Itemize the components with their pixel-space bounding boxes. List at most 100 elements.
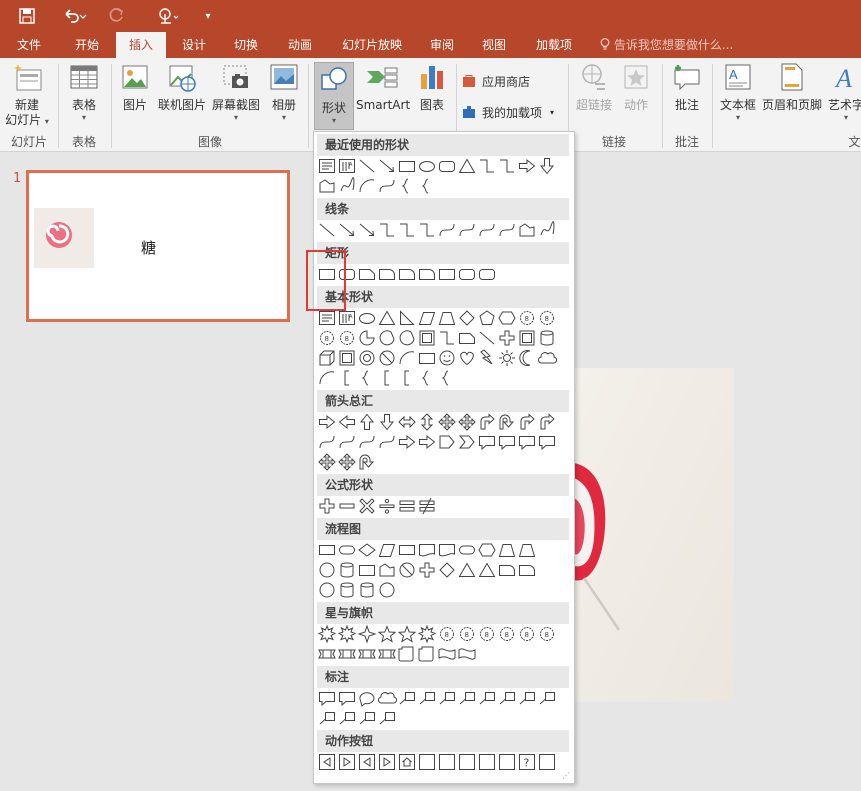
shape-callout-icon[interactable] xyxy=(537,432,557,452)
shape-ribbon-icon[interactable] xyxy=(337,644,357,664)
shape-linecallout-icon[interactable] xyxy=(357,708,377,728)
shape-rect-icon[interactable] xyxy=(417,348,437,368)
undo-icon[interactable] xyxy=(58,5,92,27)
shapes-button[interactable]: 形状 ▾ xyxy=(314,62,354,130)
tab-insert[interactable]: 插入 xyxy=(116,32,166,58)
shape-curve-icon[interactable] xyxy=(497,220,517,240)
shape-seal-icon[interactable]: 8 xyxy=(477,624,497,644)
shape-hex-icon[interactable] xyxy=(477,540,497,560)
shape-decision-icon[interactable] xyxy=(357,540,377,560)
shape-actblank-icon[interactable] xyxy=(537,752,557,772)
shape-bentarrow-icon[interactable] xyxy=(537,412,557,432)
shape-donut-icon[interactable] xyxy=(357,348,377,368)
shape-doc-icon[interactable] xyxy=(437,540,457,560)
tab-file[interactable]: 文件 xyxy=(6,32,52,58)
shape-cyl-icon[interactable] xyxy=(337,580,357,600)
shape-snip-icon[interactable] xyxy=(457,328,477,348)
shape-ribbon-icon[interactable] xyxy=(377,644,397,664)
shape-sun-icon[interactable] xyxy=(497,348,517,368)
shape-freeform-icon[interactable] xyxy=(517,220,537,240)
shape-callout-icon[interactable] xyxy=(517,432,537,452)
shape-rect-icon[interactable] xyxy=(357,560,377,580)
shape-uturn-icon[interactable] xyxy=(357,452,377,472)
shape-curve-icon[interactable] xyxy=(357,432,377,452)
shape-rarrow-icon[interactable] xyxy=(397,432,417,452)
shape-arrowline-icon[interactable] xyxy=(357,220,377,240)
shape-curve-icon[interactable] xyxy=(477,220,497,240)
shape-equal-icon[interactable] xyxy=(397,496,417,516)
shape-circle-icon[interactable] xyxy=(317,580,337,600)
album-button[interactable]: 相册 ▾ xyxy=(266,62,302,122)
shape-uarrow-icon[interactable] xyxy=(357,412,377,432)
shape-cyl-icon[interactable] xyxy=(537,328,557,348)
redo-icon[interactable] xyxy=(106,5,128,27)
shape-darrow-icon[interactable] xyxy=(377,412,397,432)
shape-circle-icon[interactable] xyxy=(377,580,397,600)
shape-quadarrow-icon[interactable] xyxy=(337,452,357,472)
shape-burst-icon[interactable] xyxy=(417,624,437,644)
shape-brace-icon[interactable] xyxy=(417,176,437,196)
shape-pent-icon[interactable] xyxy=(477,308,497,328)
shape-uturn-icon[interactable] xyxy=(497,412,517,432)
shape-ellipse-icon[interactable] xyxy=(357,308,377,328)
shape-arc-icon[interactable] xyxy=(357,176,377,196)
shape-rrect-icon[interactable] xyxy=(477,264,497,284)
tab-addins[interactable]: 加载项 xyxy=(526,32,582,58)
comment-button[interactable]: 批注 xyxy=(668,62,706,113)
shape-linecallout-icon[interactable] xyxy=(377,708,397,728)
shape-cube-icon[interactable] xyxy=(317,348,337,368)
shape-rarrow-icon[interactable] xyxy=(417,432,437,452)
shape-chord-icon[interactable] xyxy=(397,328,417,348)
smartart-button[interactable]: SmartArt xyxy=(356,62,410,113)
shape-curve-icon[interactable] xyxy=(337,432,357,452)
shape-bracket-icon[interactable] xyxy=(397,368,417,388)
shape-chord-icon[interactable] xyxy=(377,328,397,348)
shape-ellipse-icon[interactable] xyxy=(417,156,437,176)
shape-snip-icon[interactable] xyxy=(357,264,377,284)
shape-notequal-icon[interactable] xyxy=(417,496,437,516)
chart-button[interactable]: 图表 xyxy=(414,62,450,113)
shape-curve-icon[interactable] xyxy=(377,176,397,196)
shape-diamond-icon[interactable] xyxy=(457,308,477,328)
shape-actblank-icon[interactable] xyxy=(417,752,437,772)
shape-star4-icon[interactable] xyxy=(357,624,377,644)
shape-burst-icon[interactable] xyxy=(317,624,337,644)
shape-brace-icon[interactable] xyxy=(417,368,437,388)
shape-ribbon-icon[interactable] xyxy=(317,644,337,664)
resize-grip-icon[interactable]: ⋰ xyxy=(562,771,570,780)
tab-view[interactable]: 视图 xyxy=(472,32,516,58)
shape-callout-icon[interactable] xyxy=(317,688,337,708)
my-addins-button[interactable]: 我的加载项 ▾ xyxy=(462,101,554,123)
shape-linecallout-icon[interactable] xyxy=(417,688,437,708)
shape-larrow-icon[interactable] xyxy=(337,412,357,432)
shape-brace-icon[interactable] xyxy=(357,368,377,388)
hyperlink-button[interactable]: 超链接 xyxy=(574,62,614,113)
shape-plus-icon[interactable] xyxy=(417,560,437,580)
shape-bracket-icon[interactable] xyxy=(337,368,357,388)
shape-actblank-icon[interactable] xyxy=(457,752,477,772)
shape-textbox-icon[interactable] xyxy=(317,308,337,328)
shape-seal-icon[interactable]: 8 xyxy=(317,328,337,348)
shape-scribble-icon[interactable] xyxy=(537,220,557,240)
shape-cyl-icon[interactable] xyxy=(337,560,357,580)
shape-textbox-icon[interactable] xyxy=(317,156,337,176)
shape-frame-icon[interactable] xyxy=(337,348,357,368)
shape-elbow-icon[interactable] xyxy=(497,156,517,176)
online-picture-button[interactable]: 联机图片 xyxy=(156,62,208,113)
shape-quadarrow-icon[interactable] xyxy=(317,452,337,472)
shape-tri-icon[interactable] xyxy=(377,308,397,328)
shape-circle-icon[interactable] xyxy=(317,560,337,580)
shape-actback-icon[interactable] xyxy=(357,752,377,772)
shape-arrowline-icon[interactable] xyxy=(377,156,397,176)
shape-trap-icon[interactable] xyxy=(517,540,537,560)
shape-brace-icon[interactable] xyxy=(397,176,417,196)
shape-rrect-icon[interactable] xyxy=(437,156,457,176)
tab-home[interactable]: 开始 xyxy=(64,32,110,58)
shape-line-icon[interactable] xyxy=(357,156,377,176)
shape-elbow-icon[interactable] xyxy=(417,220,437,240)
shape-ribbon-icon[interactable] xyxy=(357,644,377,664)
shape-chevron-icon[interactable] xyxy=(457,432,477,452)
shape-frame-icon[interactable] xyxy=(517,328,537,348)
customize-toolbar-icon[interactable]: ▾ xyxy=(200,5,216,27)
shape-lrarrow-icon[interactable] xyxy=(397,412,417,432)
